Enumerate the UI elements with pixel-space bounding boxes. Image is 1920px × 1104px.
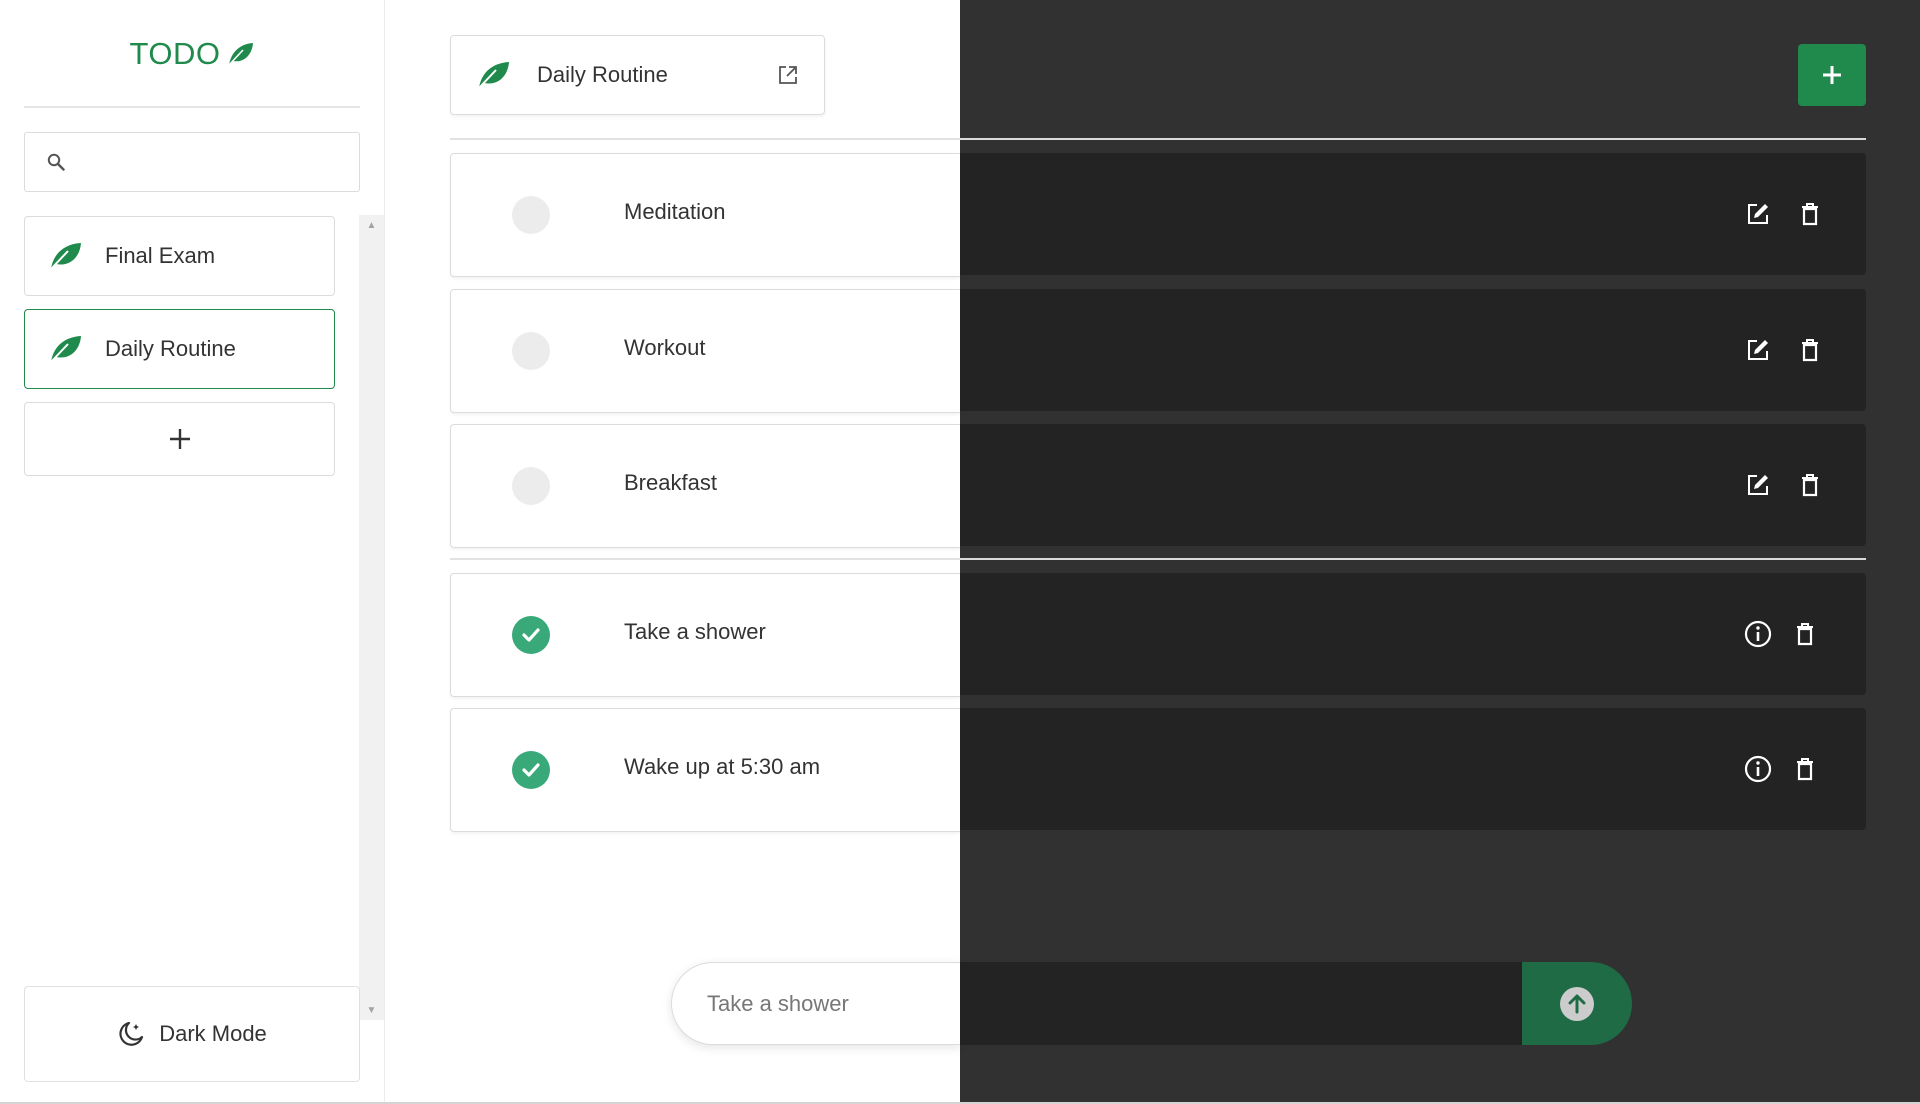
check-icon [522, 763, 540, 777]
search-field[interactable] [24, 132, 360, 192]
task-row: Meditation [450, 153, 1866, 277]
app-logo-text: TODO [129, 36, 221, 71]
add-list-button[interactable] [24, 402, 335, 476]
list-item-final-exam[interactable]: Final Exam [24, 216, 335, 296]
search-input[interactable] [77, 133, 359, 191]
task-row: Breakfast [450, 424, 1866, 548]
plus-icon [169, 428, 191, 450]
task-complete-checkbox[interactable] [512, 467, 550, 505]
task-complete-checkbox[interactable] [512, 332, 550, 370]
dark-mode-label: Dark Mode [159, 1021, 267, 1046]
new-task-input[interactable] [707, 962, 1407, 1045]
edit-icon[interactable] [1743, 470, 1773, 500]
trash-icon[interactable] [1795, 335, 1825, 365]
list-title-card: Daily Routine [450, 35, 825, 115]
dark-mode-button[interactable]: Dark Mode [24, 986, 360, 1082]
task-label: Workout [624, 335, 706, 360]
task-complete-checkbox[interactable] [512, 196, 550, 234]
task-row: Workout [450, 289, 1866, 413]
info-icon[interactable] [1743, 754, 1773, 784]
list-item-daily-routine[interactable]: Daily Routine [24, 309, 335, 389]
plus-icon [1822, 65, 1842, 85]
list-item-label: Daily Routine [105, 336, 236, 361]
trash-icon[interactable] [1790, 754, 1820, 784]
leaf-icon [49, 334, 83, 364]
leaf-icon [227, 41, 255, 67]
sidebar-scrollbar[interactable]: ▲ ▼ [359, 215, 384, 1020]
search-icon [47, 153, 65, 171]
new-task-bar [671, 962, 1632, 1045]
logo-divider [24, 106, 360, 108]
check-icon [522, 628, 540, 642]
scroll-down-arrow-icon[interactable]: ▼ [359, 1000, 384, 1020]
trash-icon[interactable] [1795, 199, 1825, 229]
completed-divider [450, 558, 1866, 560]
list-item-label: Final Exam [105, 243, 216, 268]
moon-stars-icon [117, 1020, 145, 1048]
leaf-icon [477, 60, 511, 90]
edit-icon[interactable] [1743, 199, 1773, 229]
task-row: Take a shower [450, 573, 1866, 697]
app-logo: TODO [24, 30, 360, 78]
list-title: Daily Routine [537, 62, 668, 87]
task-label: Meditation [624, 199, 726, 224]
task-complete-checkbox[interactable] [512, 751, 550, 789]
edit-icon[interactable] [1743, 335, 1773, 365]
leaf-icon [49, 241, 83, 271]
info-icon[interactable] [1743, 619, 1773, 649]
submit-task-button[interactable] [1522, 962, 1632, 1045]
open-external-icon[interactable] [778, 65, 798, 85]
sidebar: TODO Final Exam Daily Routine ▲ ▼ Dark M… [0, 0, 384, 1104]
trash-icon[interactable] [1790, 619, 1820, 649]
scroll-up-arrow-icon[interactable]: ▲ [359, 215, 384, 235]
task-row: Wake up at 5:30 am [450, 708, 1866, 832]
task-label: Wake up at 5:30 am [624, 754, 821, 779]
arrow-up-icon [1560, 986, 1594, 1021]
trash-icon[interactable] [1795, 470, 1825, 500]
task-label: Breakfast [624, 470, 717, 495]
header-divider [450, 138, 1866, 140]
add-task-button[interactable] [1798, 44, 1866, 106]
task-complete-checkbox[interactable] [512, 616, 550, 654]
task-label: Take a shower [624, 619, 766, 644]
